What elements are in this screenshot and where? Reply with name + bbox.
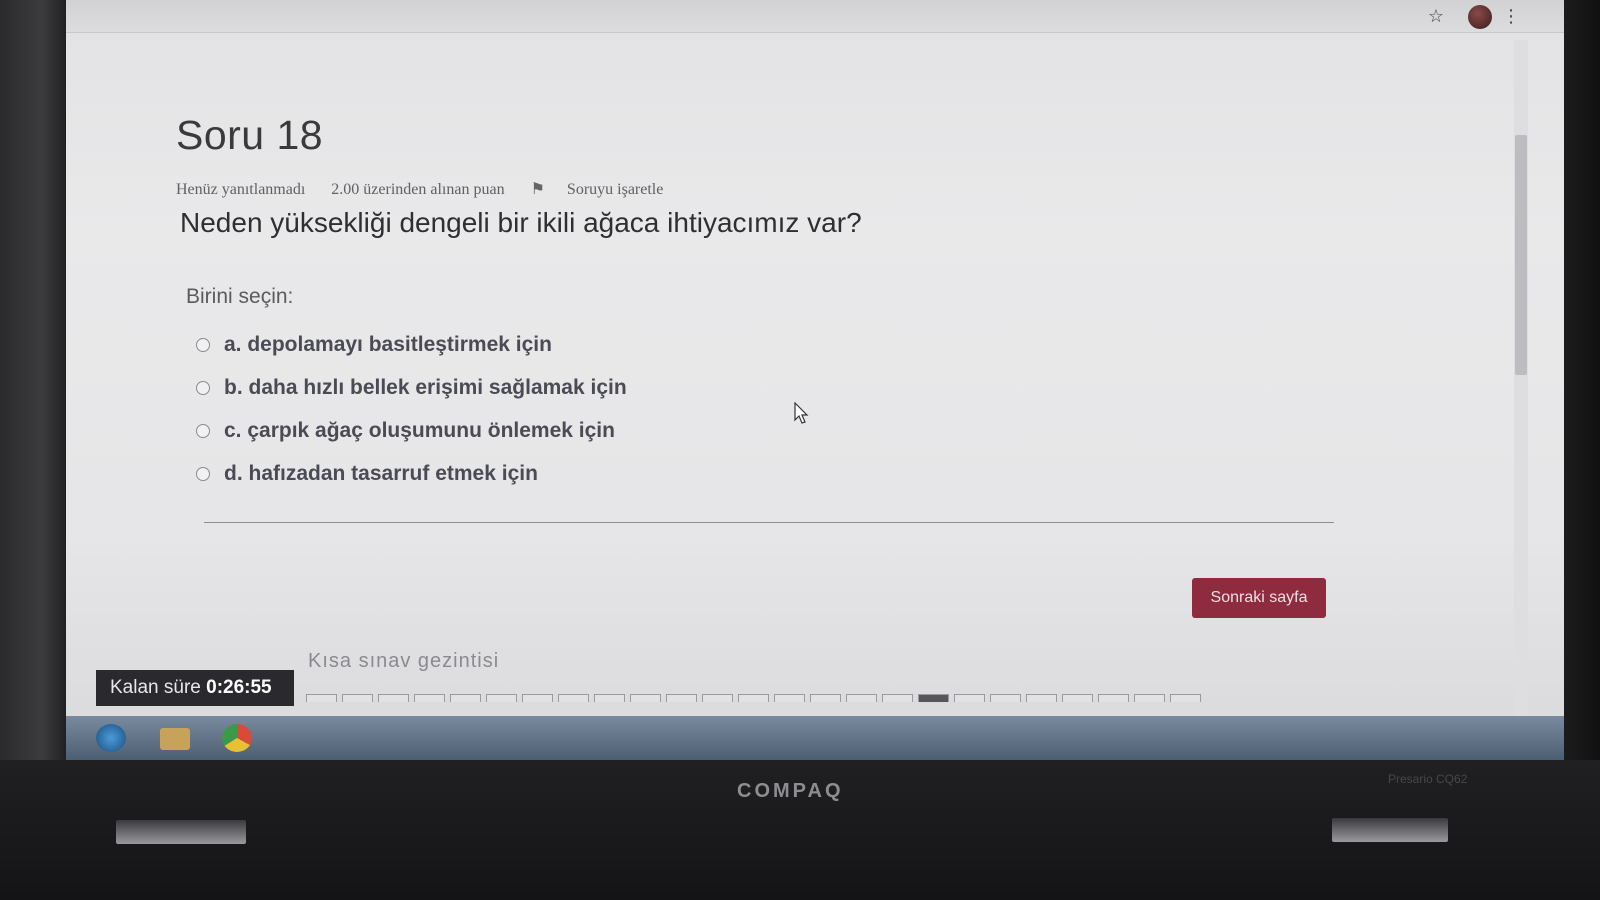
os-taskbar (66, 716, 1564, 760)
timer-value: 0:26:55 (206, 677, 272, 698)
divider (204, 522, 1334, 523)
answer-option-d[interactable]: d. hafızadan tasarruf etmek için (196, 452, 1446, 495)
laptop-hinge-left (116, 820, 246, 844)
quiz-nav-button[interactable] (1098, 694, 1129, 702)
quiz-nav-button[interactable] (738, 694, 769, 702)
answer-option-label[interactable]: d. hafızadan tasarruf etmek için (224, 462, 538, 486)
model-label: Presario CQ62 (1388, 772, 1468, 786)
question-meta: Henüz yanıtlanmadı 2.00 üzerinden alınan… (176, 179, 1446, 199)
quiz-nav-button[interactable] (306, 694, 337, 702)
answer-option-a[interactable]: a. depolamayı basitleştirmek için (196, 323, 1446, 366)
radio-button[interactable] (196, 337, 210, 352)
quiz-nav-button[interactable] (882, 694, 913, 702)
quiz-nav-button[interactable] (378, 694, 409, 702)
next-page-button[interactable]: Sonraki sayfa (1192, 578, 1326, 618)
quiz-nav-button[interactable] (1062, 694, 1093, 702)
chrome-icon[interactable] (222, 724, 252, 752)
question-status: Henüz yanıtlanmadı (176, 181, 306, 198)
laptop-bezel-left (0, 0, 70, 760)
quiz-nav-button[interactable] (522, 694, 553, 702)
answer-option-c[interactable]: c. çarpık ağaç oluşumunu önlemek için (196, 409, 1446, 452)
quiz-nav-button[interactable] (558, 694, 589, 702)
timer-label: Kalan süre (110, 677, 201, 698)
quiz-nav-button[interactable] (990, 694, 1021, 702)
flag-question-link[interactable]: ⚑ Soruyu işaretle (531, 181, 686, 198)
laptop-screen: ☆ ⋮ Soru 18 Henüz yanıtlanmadı 2.00 üzer… (66, 0, 1564, 760)
quiz-nav-button[interactable] (1170, 694, 1201, 702)
answer-options: a. depolamayı basitleştirmek için b. dah… (196, 323, 1446, 495)
brand-logo: COMPAQ (737, 780, 844, 802)
quiz-nav-button[interactable] (774, 694, 805, 702)
quiz-nav-button[interactable] (846, 694, 877, 702)
answer-option-label[interactable]: b. daha hızlı bellek erişimi sağlamak iç… (224, 376, 627, 400)
mouse-cursor-icon (794, 402, 809, 424)
answer-prompt: Birini seçin: (186, 285, 294, 308)
radio-button[interactable] (196, 423, 210, 438)
quiz-nav-button[interactable] (630, 694, 661, 702)
flag-icon: ⚑ (530, 181, 545, 198)
start-icon[interactable] (96, 724, 126, 752)
quiz-nav-button[interactable] (1134, 694, 1165, 702)
folder-icon[interactable] (160, 728, 190, 750)
laptop-hinge-right (1332, 818, 1448, 842)
quiz-nav-button[interactable] (1026, 694, 1057, 702)
question-container: Soru 18 Henüz yanıtlanmadı 2.00 üzerinde… (176, 112, 1446, 495)
more-vert-icon[interactable]: ⋮ (1502, 6, 1520, 27)
star-icon[interactable]: ☆ (1428, 6, 1444, 27)
time-remaining: Kalan süre 0:26:55 (96, 670, 294, 706)
question-text: Neden yüksekliği dengeli bir ikili ağaca… (180, 207, 862, 238)
quiz-nav-button[interactable] (666, 694, 697, 702)
browser-toolbar: ☆ ⋮ (66, 0, 1564, 33)
question-title: Soru 18 (176, 112, 324, 158)
flag-question-label: Soruyu işaretle (566, 181, 664, 198)
quiz-nav-button[interactable] (810, 694, 841, 702)
scrollbar[interactable] (1514, 40, 1528, 720)
quiz-navigation-strip (306, 694, 1206, 702)
quiz-nav-button[interactable] (342, 694, 373, 702)
quiz-navigation-title: Kısa sınav gezintisi (308, 650, 500, 672)
quiz-nav-button[interactable] (450, 694, 481, 702)
scroll-thumb[interactable] (1515, 135, 1527, 375)
question-points: 2.00 üzerinden alınan puan (331, 181, 505, 198)
quiz-nav-button[interactable] (702, 694, 733, 702)
quiz-nav-button[interactable] (954, 694, 985, 702)
answer-option-b[interactable]: b. daha hızlı bellek erişimi sağlamak iç… (196, 366, 1446, 409)
quiz-nav-button[interactable] (414, 694, 445, 702)
quiz-nav-button-current[interactable] (918, 694, 949, 702)
radio-button[interactable] (196, 380, 210, 395)
quiz-nav-button[interactable] (594, 694, 625, 702)
answer-option-label[interactable]: a. depolamayı basitleştirmek için (224, 333, 552, 357)
answer-option-label[interactable]: c. çarpık ağaç oluşumunu önlemek için (224, 419, 615, 443)
quiz-nav-button[interactable] (486, 694, 517, 702)
radio-button[interactable] (196, 466, 210, 481)
avatar[interactable] (1468, 5, 1492, 29)
